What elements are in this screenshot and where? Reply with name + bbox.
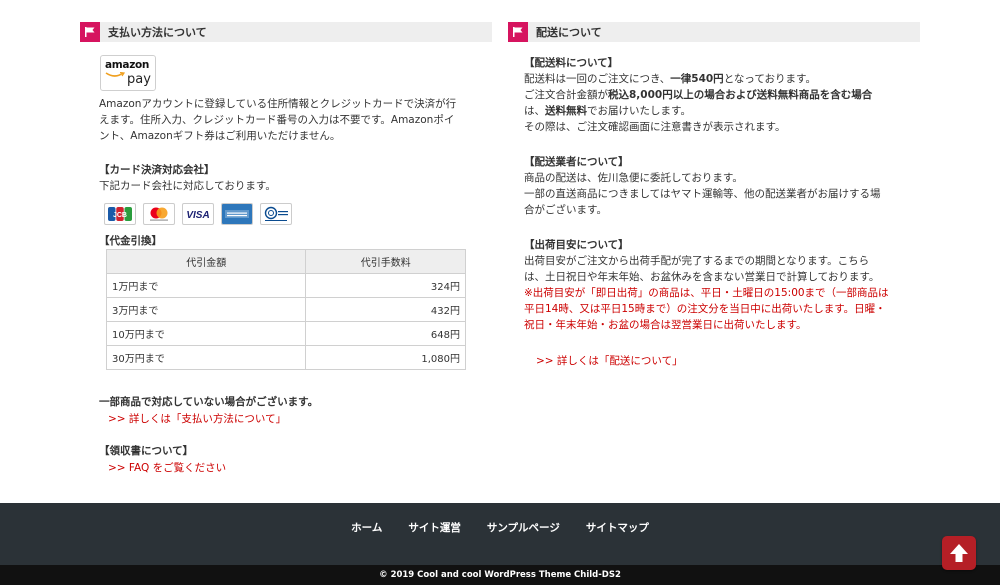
table-cell-amount: 30万円まで [105, 345, 307, 370]
receipt-heading: 【領収書について】 [99, 445, 194, 457]
flag-icon [80, 22, 100, 42]
footer-nav-sample-page[interactable]: サンプルページ [487, 520, 560, 535]
delivery-detail-link[interactable]: >> 詳しくは「配送について」 [536, 353, 683, 369]
shipping-heading: 【出荷目安について】 [524, 239, 629, 251]
card-brand-list: JCB VISA [104, 203, 292, 225]
table-row: 1万円まで 324円 [105, 273, 466, 298]
table-cell-fee: 648円 [305, 321, 466, 346]
table-row: 10万円まで 648円 [105, 321, 466, 346]
footer-nav-site-operation[interactable]: サイト運営 [408, 520, 461, 535]
cod-heading: 【代金引換】 [99, 235, 162, 247]
table-cell-amount: 1万円まで [105, 273, 307, 298]
table-header-row: 代引金額 代引手数料 [105, 249, 466, 274]
table-cell-fee: 1,080円 [305, 345, 466, 370]
faq-link[interactable]: >> FAQ をご覧ください [108, 460, 226, 476]
diners-icon [260, 203, 292, 225]
amazon-pay-logo: amazon pay [100, 55, 156, 91]
copyright: © 2019 Cool and cool WordPress Theme Chi… [0, 565, 1000, 585]
shipping-text: 出荷目安がご注文から出荷手配が完了するまでの期間となります。こちら は、土日祝日… [524, 255, 889, 331]
svg-text:JCB: JCB [113, 212, 127, 219]
table-row: 30万円まで 1,080円 [105, 345, 466, 370]
carrier-text: 商品の配送は、佐川急便に委託しております。 一部の直送商品につきましてはヤマト運… [524, 172, 881, 216]
delivery-section: 配送について 【配送料について】 配送料は一回のご注文につき、一律540円となっ… [508, 22, 920, 367]
carrier-heading: 【配送業者について】 [524, 156, 629, 168]
site-footer: ホーム サイト運営 サンプルページ サイトマップ © 2019 Cool and… [0, 503, 1000, 585]
table-header-amount: 代引金額 [105, 249, 307, 274]
flag-icon [508, 22, 528, 42]
delivery-fee-text: 配送料は一回のご注文につき、一律540円となっております。 ご注文合計金額が税込… [524, 73, 873, 133]
amazon-description: Amazonアカウントに登録している住所情報とクレジットカードで決済が行 えます… [99, 98, 457, 142]
mastercard-icon [143, 203, 175, 225]
payment-section: 支払い方法について amazon pay Amazonアカウントに登録している住… [80, 22, 492, 474]
payment-section-title: 支払い方法について [108, 26, 207, 39]
amazon-logo-word: amazon [105, 59, 150, 71]
table-cell-amount: 10万円まで [105, 321, 307, 346]
table-cell-fee: 432円 [305, 297, 466, 322]
delivery-section-header: 配送について [508, 22, 920, 42]
table-cell-fee: 324円 [305, 273, 466, 298]
table-row: 3万円まで 432円 [105, 297, 466, 322]
card-description: 下記カード会社に対応しております。 [99, 180, 276, 192]
table-header-fee: 代引手数料 [305, 249, 466, 274]
visa-icon: VISA [182, 203, 214, 225]
arrow-up-icon [950, 544, 968, 562]
card-heading: 【カード決済対応会社】 [99, 164, 215, 176]
payment-section-header: 支払い方法について [80, 22, 492, 42]
amex-icon [221, 203, 253, 225]
svg-text:VISA: VISA [186, 210, 209, 221]
delivery-fee-heading: 【配送料について】 [524, 57, 619, 69]
amazon-logo-pay: pay [127, 72, 151, 87]
amazon-smile-icon [105, 72, 125, 77]
footer-nav: ホーム サイト運営 サンプルページ サイトマップ [0, 520, 1000, 535]
payment-notice: 一部商品で対応していない場合がございます。 [99, 396, 319, 408]
payment-detail-link[interactable]: >> 詳しくは「支払い方法について」 [108, 411, 286, 427]
jcb-icon: JCB [104, 203, 136, 225]
table-cell-amount: 3万円まで [105, 297, 307, 322]
delivery-section-title: 配送について [536, 26, 602, 39]
footer-nav-home[interactable]: ホーム [351, 520, 382, 535]
cod-fee-table: 代引金額 代引手数料 1万円まで 324円 3万円まで 432円 10万円まで … [105, 249, 466, 370]
back-to-top-button[interactable] [942, 536, 976, 570]
footer-nav-sitemap[interactable]: サイトマップ [586, 520, 649, 535]
